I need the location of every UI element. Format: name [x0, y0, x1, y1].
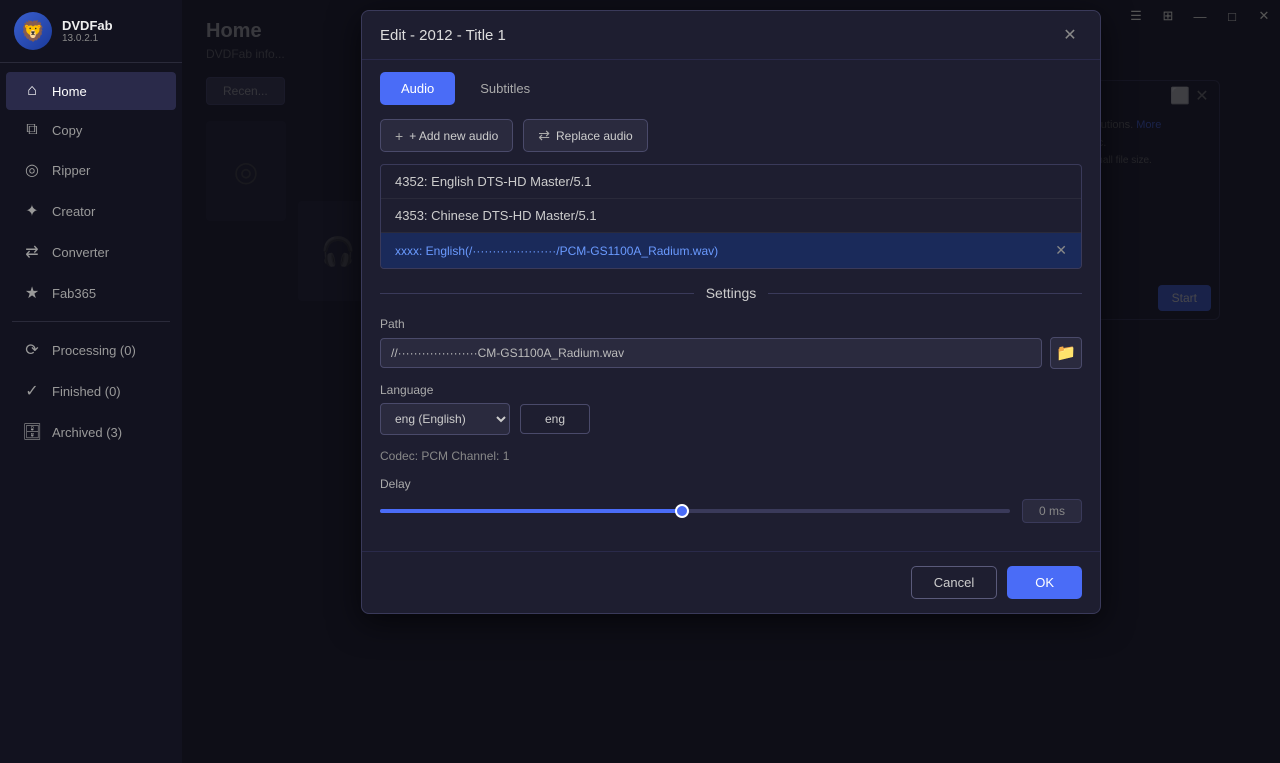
sidebar-label-archived: Archived (3)	[52, 425, 122, 440]
settings-section-header: Settings	[380, 285, 1082, 301]
replace-audio-label: Replace audio	[556, 129, 633, 143]
sidebar-label-processing: Processing (0)	[52, 343, 136, 358]
sidebar-label-ripper: Ripper	[52, 163, 90, 178]
tab-subtitles[interactable]: Subtitles	[459, 72, 551, 105]
add-icon: +	[395, 128, 403, 144]
converter-icon: ⇄	[22, 242, 42, 262]
tab-audio[interactable]: Audio	[380, 72, 455, 105]
language-select[interactable]: eng (English) chi (Chinese) jpn (Japanes…	[380, 403, 510, 435]
creator-icon: ✦	[22, 201, 42, 221]
language-input-row: eng (English) chi (Chinese) jpn (Japanes…	[380, 403, 1082, 435]
sidebar-item-processing[interactable]: ⟳ Processing (0)	[6, 330, 176, 370]
sidebar-item-converter[interactable]: ⇄ Converter	[6, 232, 176, 272]
fab365-icon: ★	[22, 283, 42, 303]
ripper-icon: ◎	[22, 160, 42, 180]
sidebar-item-creator[interactable]: ✦ Creator	[6, 191, 176, 231]
track-remove-button[interactable]: ✕	[1055, 242, 1067, 259]
sidebar-item-archived[interactable]: 🗄 Archived (3)	[6, 412, 176, 452]
sidebar-item-home[interactable]: ⌂ Home	[6, 72, 176, 110]
add-audio-label: + Add new audio	[409, 129, 498, 143]
sidebar-item-finished[interactable]: ✓ Finished (0)	[6, 371, 176, 411]
sidebar-item-ripper[interactable]: ◎ Ripper	[6, 150, 176, 190]
cancel-button[interactable]: Cancel	[911, 566, 997, 599]
delay-slider-thumb[interactable]	[675, 504, 689, 518]
sidebar: 🦁 DVDFab 13.0.2.1 ⌂ Home ⧉ Copy ◎ Ripper…	[0, 0, 182, 763]
modal-title: Edit - 2012 - Title 1	[380, 27, 506, 44]
modal-body: + + Add new audio ⇄ Replace audio 4352: …	[362, 105, 1100, 551]
modal-footer: Cancel OK	[362, 551, 1100, 613]
app-logo: 🦁 DVDFab 13.0.2.1	[0, 0, 182, 63]
track-path: xxxx: English(/·····················/PCM…	[395, 244, 718, 258]
delay-slider-wrap	[380, 501, 1010, 521]
delay-value: 0 ms	[1022, 499, 1082, 523]
ok-button[interactable]: OK	[1007, 566, 1082, 599]
slider-fill	[380, 509, 682, 513]
app-name: DVDFab	[62, 18, 113, 33]
divider-left	[380, 293, 694, 294]
language-code-input[interactable]	[520, 404, 590, 434]
track-item[interactable]: 4353: Chinese DTS-HD Master/5.1	[381, 199, 1081, 233]
sidebar-label-finished: Finished (0)	[52, 384, 121, 399]
path-input-row: 📁	[380, 337, 1082, 369]
archived-icon: 🗄	[22, 422, 42, 442]
app-version: 13.0.2.1	[62, 33, 113, 44]
sidebar-label-home: Home	[52, 84, 87, 99]
path-label: Path	[380, 317, 1082, 331]
divider-right	[768, 293, 1082, 294]
processing-icon: ⟳	[22, 340, 42, 360]
language-field-row: Language eng (English) chi (Chinese) jpn…	[380, 383, 1082, 435]
delay-label: Delay	[380, 477, 1082, 491]
codec-info: Codec: PCM Channel: 1	[380, 449, 1082, 463]
edit-modal: Edit - 2012 - Title 1 ✕ Audio Subtitles …	[361, 10, 1101, 614]
modal-header: Edit - 2012 - Title 1 ✕	[362, 11, 1100, 60]
main-content: ☰ ⊞ — □ ✕ Home DVDFab info... Recen... ◎…	[182, 0, 1280, 763]
delay-field-row: Delay 0 ms	[380, 477, 1082, 523]
home-icon: ⌂	[22, 82, 42, 100]
path-input[interactable]	[380, 338, 1042, 368]
track-item[interactable]: 4352: English DTS-HD Master/5.1	[381, 165, 1081, 199]
audio-action-row: + + Add new audio ⇄ Replace audio	[380, 119, 1082, 152]
sidebar-label-copy: Copy	[52, 123, 82, 138]
copy-icon: ⧉	[22, 121, 42, 139]
main-nav: ⌂ Home ⧉ Copy ◎ Ripper ✦ Creator ⇄ Conve…	[0, 63, 182, 763]
sidebar-label-creator: Creator	[52, 204, 95, 219]
finished-icon: ✓	[22, 381, 42, 401]
modal-tabs: Audio Subtitles	[362, 60, 1100, 105]
sidebar-divider	[12, 321, 170, 322]
sidebar-label-converter: Converter	[52, 245, 109, 260]
sidebar-item-fab365[interactable]: ★ Fab365	[6, 273, 176, 313]
audio-tracks-list: 4352: English DTS-HD Master/5.1 4353: Ch…	[380, 164, 1082, 269]
slider-track	[380, 509, 1010, 513]
language-label: Language	[380, 383, 1082, 397]
settings-label: Settings	[706, 285, 757, 301]
sidebar-label-fab365: Fab365	[52, 286, 96, 301]
delay-row: 0 ms	[380, 499, 1082, 523]
path-field-row: Path 📁	[380, 317, 1082, 369]
logo-icon: 🦁	[14, 12, 52, 50]
add-audio-button[interactable]: + + Add new audio	[380, 119, 513, 152]
sidebar-item-copy[interactable]: ⧉ Copy	[6, 111, 176, 149]
replace-audio-button[interactable]: ⇄ Replace audio	[523, 119, 647, 152]
modal-close-button[interactable]: ✕	[1058, 23, 1082, 47]
browse-folder-button[interactable]: 📁	[1050, 337, 1082, 369]
track-item-selected[interactable]: xxxx: English(/·····················/PCM…	[381, 233, 1081, 268]
replace-icon: ⇄	[538, 127, 550, 144]
